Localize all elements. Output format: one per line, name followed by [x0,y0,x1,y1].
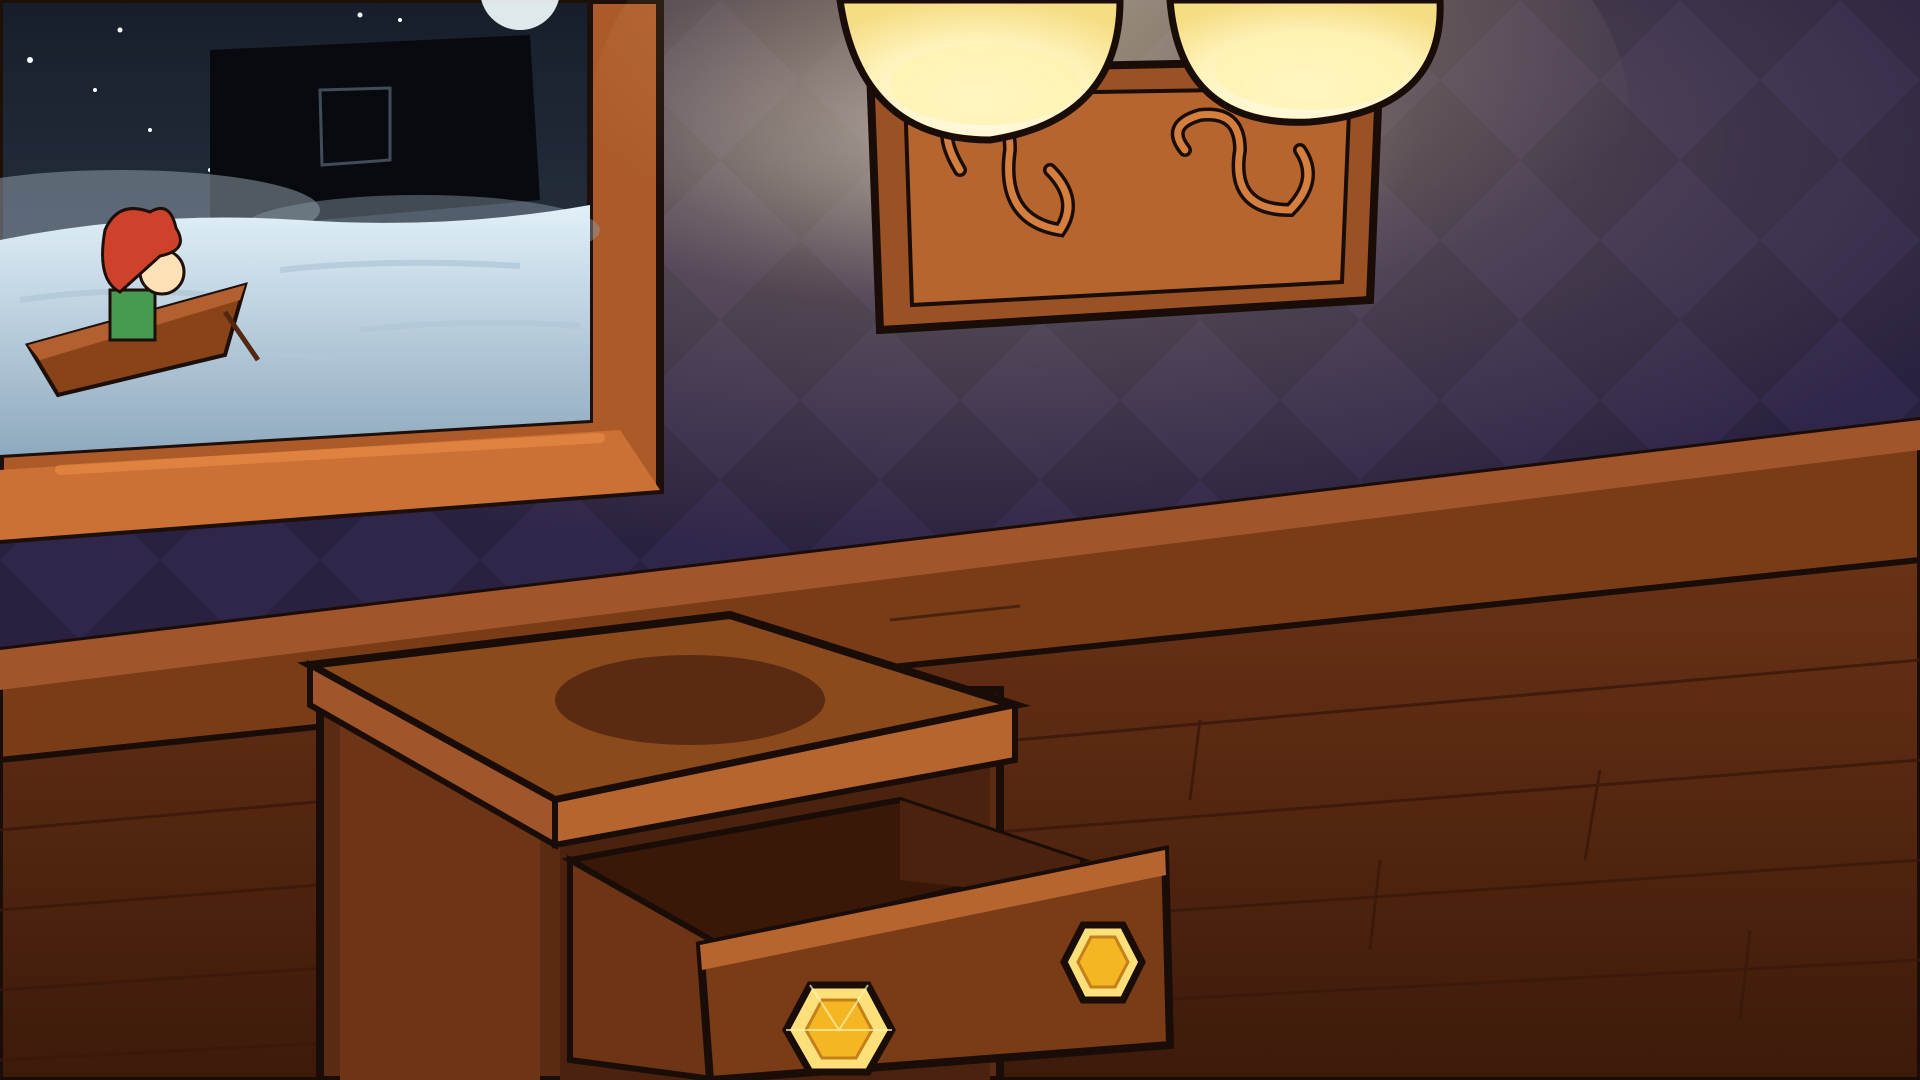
painting[interactable] [0,0,664,545]
gem-knob-right[interactable] [1060,921,1146,1004]
painting-canvas [0,0,600,459]
game-scene [0,0,1920,1080]
cup-ring-stain [555,655,825,745]
gem-knob-left[interactable] [782,981,896,1076]
room-illustration [0,0,1920,1080]
